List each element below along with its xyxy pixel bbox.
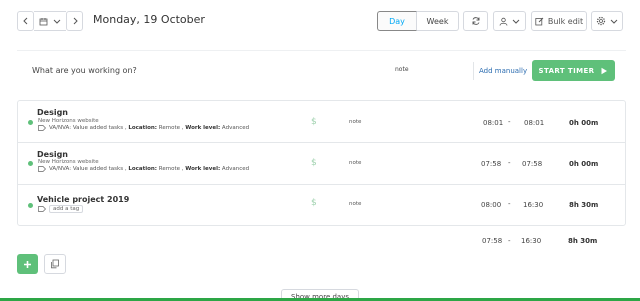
user-icon xyxy=(499,17,508,26)
next-day-button[interactable] xyxy=(66,11,83,31)
bulk-edit-label: Bulk edit xyxy=(547,16,584,26)
start-timer-button[interactable]: START TIMER xyxy=(532,60,615,81)
entry-tags[interactable]: add a tag xyxy=(38,205,84,213)
add-tag-button[interactable]: add a tag xyxy=(49,205,84,213)
entry-note[interactable]: note xyxy=(349,119,361,125)
time-separator: - xyxy=(508,159,511,167)
refresh-button[interactable] xyxy=(463,11,488,31)
user-filter-button[interactable] xyxy=(493,11,526,31)
tab-day[interactable]: Day xyxy=(377,11,417,31)
total-start-time: 07:58 xyxy=(482,237,503,245)
time-entries-list: Design New Horizons website VA/NVA: Valu… xyxy=(17,100,626,226)
time-entry-row[interactable]: Vehicle project 2019 add a tag $ note 08… xyxy=(18,185,625,225)
gear-icon xyxy=(596,16,606,26)
tag-text: VA/NVA: Value added tasks , xyxy=(49,166,129,172)
entry-tags[interactable]: VA/NVA: Value added tasks , Location: Re… xyxy=(38,125,249,131)
tag-icon xyxy=(38,206,46,212)
entry-end-time[interactable]: 07:58 xyxy=(522,160,542,168)
tag-text: VA/NVA: Value added tasks , xyxy=(49,125,129,131)
entry-note[interactable]: note xyxy=(349,160,361,166)
duplicate-button[interactable] xyxy=(44,254,66,274)
tag-location-value: Remote , xyxy=(157,166,186,172)
tag-icon xyxy=(38,166,46,172)
billable-icon[interactable]: $ xyxy=(311,117,317,127)
task-description-input[interactable]: What are you working on? xyxy=(32,66,137,75)
time-entry-row[interactable]: Design New Horizons website VA/NVA: Valu… xyxy=(18,101,625,143)
entry-note[interactable]: note xyxy=(349,201,361,207)
billable-icon[interactable]: $ xyxy=(311,158,317,168)
tag-work-label: Work level: xyxy=(185,125,221,131)
start-timer-label: START TIMER xyxy=(538,66,595,75)
billable-icon[interactable]: $ xyxy=(311,198,317,208)
entry-title[interactable]: Design xyxy=(37,108,68,117)
time-separator: - xyxy=(508,118,511,126)
time-entry-row[interactable]: Design New Horizons website VA/NVA: Valu… xyxy=(18,143,625,185)
plus-icon xyxy=(24,260,31,268)
refresh-icon xyxy=(472,17,479,25)
date-picker-button[interactable] xyxy=(34,11,66,31)
calendar-icon xyxy=(39,17,48,25)
entry-duration[interactable]: 0h 00m xyxy=(569,160,598,168)
entry-start-time[interactable]: 07:58 xyxy=(481,160,501,168)
entry-tags[interactable]: VA/NVA: Value added tasks , Location: Re… xyxy=(38,166,249,172)
total-end-time: 16:30 xyxy=(521,237,542,245)
add-manually-link[interactable]: Add manually xyxy=(479,67,527,75)
tag-location-label: Location: xyxy=(128,125,158,131)
tab-week[interactable]: Week xyxy=(417,11,459,31)
time-separator: - xyxy=(508,237,511,245)
tag-icon xyxy=(38,125,46,131)
entry-duration[interactable]: 8h 30m xyxy=(569,201,598,209)
status-dot xyxy=(28,161,33,166)
chevron-down-icon xyxy=(610,19,618,24)
entry-project[interactable]: New Horizons website xyxy=(38,159,99,165)
tag-work-value: Advanced xyxy=(220,125,250,131)
tag-location-value: Remote , xyxy=(157,125,186,131)
entry-title[interactable]: Design xyxy=(37,150,68,159)
chevron-left-icon xyxy=(22,17,27,25)
entry-title[interactable]: Vehicle project 2019 xyxy=(37,195,129,204)
chevron-down-icon xyxy=(53,19,61,24)
chevron-down-icon xyxy=(512,19,520,24)
entry-duration[interactable]: 0h 00m xyxy=(569,119,598,127)
entry-start-time[interactable]: 08:00 xyxy=(481,201,501,209)
copy-icon xyxy=(51,259,59,269)
tag-work-label: Work level: xyxy=(185,166,221,172)
chevron-right-icon xyxy=(73,17,78,25)
total-duration: 8h 30m xyxy=(568,237,598,245)
status-dot xyxy=(28,203,33,208)
add-entry-button[interactable] xyxy=(17,254,38,274)
bulk-edit-button[interactable]: Bulk edit xyxy=(531,11,587,31)
tag-work-value: Advanced xyxy=(220,166,250,172)
entry-start-time[interactable]: 08:01 xyxy=(483,119,503,127)
entry-project[interactable]: New Horizons website xyxy=(38,118,99,124)
settings-button[interactable] xyxy=(591,11,623,31)
entry-end-time[interactable]: 08:01 xyxy=(524,119,544,127)
prev-day-button[interactable] xyxy=(17,11,34,31)
entry-end-time[interactable]: 16:30 xyxy=(523,201,543,209)
divider xyxy=(473,62,474,80)
edit-icon xyxy=(535,17,544,25)
date-label: Monday, 19 October xyxy=(93,13,205,26)
tag-location-label: Location: xyxy=(128,166,158,172)
play-icon xyxy=(601,67,608,74)
status-dot xyxy=(28,120,33,125)
time-separator: - xyxy=(508,200,511,208)
tracker-note-field[interactable]: note xyxy=(395,66,409,73)
